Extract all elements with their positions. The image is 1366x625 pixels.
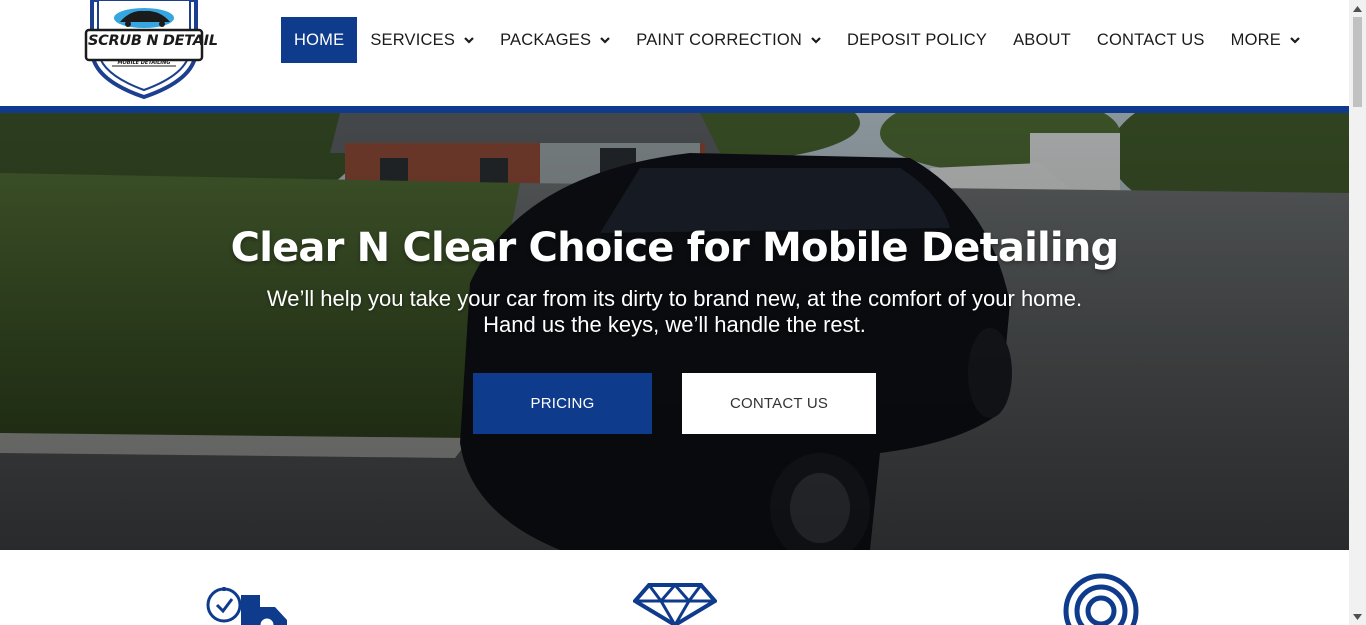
chevron-down-icon	[464, 37, 474, 44]
header-accent-bar	[0, 106, 1349, 113]
hero-subtitle: We’ll help you take your car from its di…	[0, 286, 1349, 338]
contact-us-button[interactable]: CONTACT US	[682, 373, 876, 434]
nav-item-paint-correction[interactable]: PAINT CORRECTION	[623, 17, 834, 63]
logo-sub-text: MOBILE DETAILING	[117, 60, 171, 66]
nav-item-home[interactable]: HOME	[281, 17, 358, 63]
main-nav: HOME SERVICES PACKAGES PAINT CORRECTION …	[281, 17, 1313, 63]
nav-item-deposit-policy[interactable]: DEPOSIT POLICY	[834, 17, 1000, 63]
site-logo[interactable]: SCRUB N DETAIL MOBILE DETAILING	[84, 0, 218, 100]
hero-subtitle-line1: We’ll help you take your car from its di…	[266, 286, 1083, 311]
chevron-down-icon	[600, 37, 611, 44]
nav-item-label: MORE	[1230, 30, 1281, 49]
nav-item-label: ABOUT	[1013, 30, 1071, 49]
pricing-button[interactable]: PRICING	[473, 373, 652, 434]
nav-item-label: PACKAGES	[500, 30, 592, 49]
spiral-icon	[1063, 573, 1139, 625]
nav-item-contact-us[interactable]: CONTACT US	[1084, 17, 1218, 63]
logo-shield-icon	[84, 0, 204, 100]
hero-title: Clear N Clear Choice for Mobile Detailin…	[230, 225, 1120, 271]
nav-item-services[interactable]: SERVICES	[357, 17, 487, 63]
site-header: SCRUB N DETAIL MOBILE DETAILING HOME SER…	[0, 0, 1349, 106]
chevron-down-icon	[811, 37, 821, 44]
nav-item-label: HOME	[294, 30, 345, 49]
nav-item-about[interactable]: ABOUT	[1000, 17, 1084, 63]
page-scrollbar[interactable]	[1349, 0, 1366, 625]
nav-item-packages[interactable]: PACKAGES	[487, 17, 623, 63]
nav-item-label: DEPOSIT POLICY	[847, 30, 988, 49]
scroll-up-icon[interactable]	[1349, 0, 1366, 17]
diamond-icon	[633, 583, 717, 625]
scrollbar-thumb[interactable]	[1353, 17, 1362, 107]
nav-item-label: CONTACT US	[1096, 30, 1205, 49]
chevron-down-icon	[1290, 37, 1300, 44]
hero-subtitle-line2: Hand us the keys, we’ll handle the rest.	[483, 312, 866, 337]
on-time-delivery-icon	[206, 587, 287, 625]
nav-item-more[interactable]: MORE	[1218, 17, 1313, 63]
logo-main-text: SCRUB N DETAIL	[88, 33, 218, 49]
nav-item-label: PAINT CORRECTION	[636, 30, 803, 49]
page: SCRUB N DETAIL MOBILE DETAILING HOME SER…	[0, 0, 1366, 625]
hero-section: Clear N Clear Choice for Mobile Detailin…	[0, 113, 1349, 550]
nav-item-label: SERVICES	[370, 30, 456, 49]
scroll-down-icon[interactable]	[1349, 608, 1366, 625]
